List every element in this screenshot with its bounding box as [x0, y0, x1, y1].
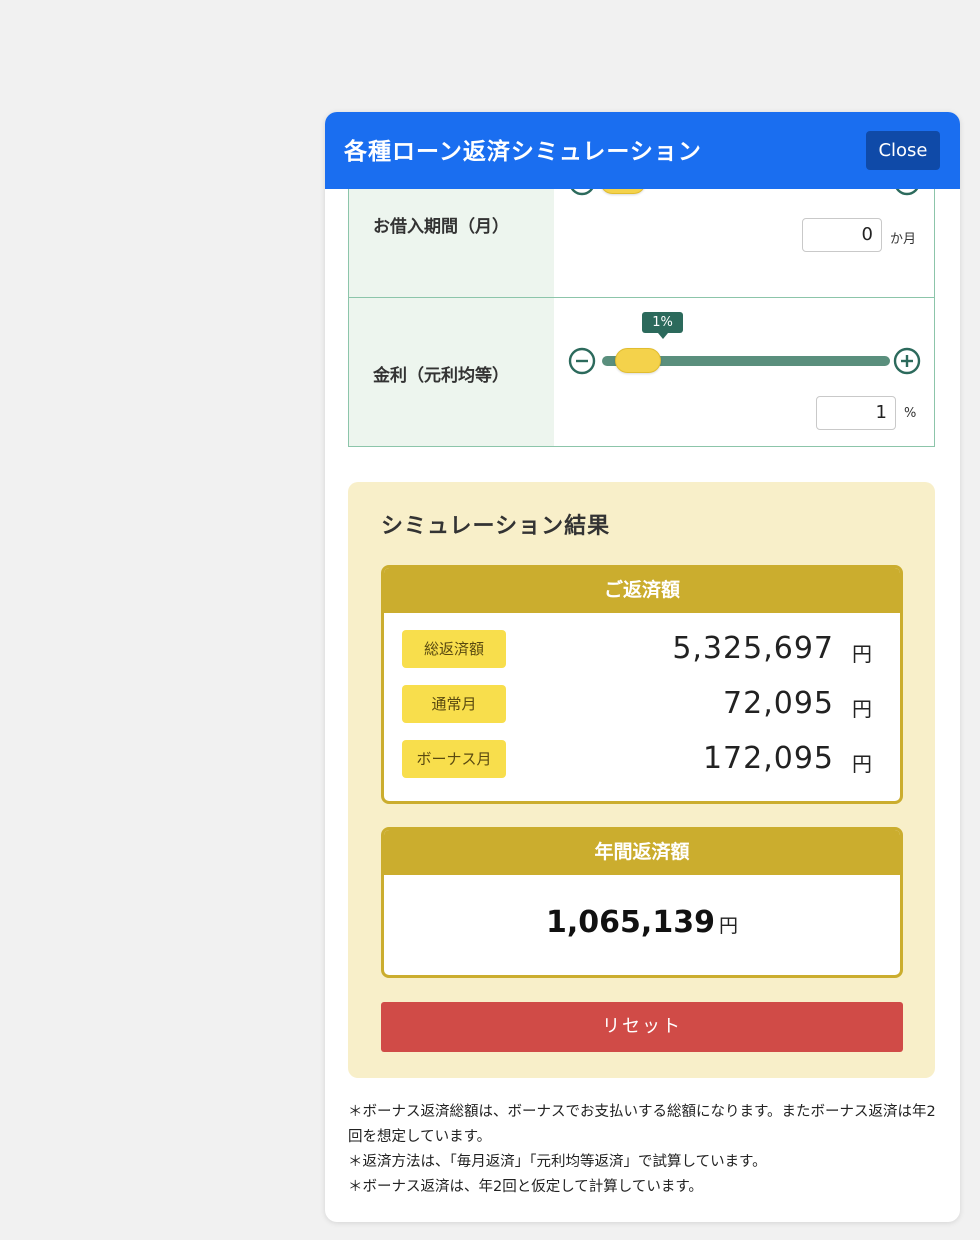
modal-header: 各種ローン返済シミュレーション Close [325, 112, 960, 189]
modal-title: 各種ローン返済シミュレーション [344, 139, 702, 165]
repayment-heading: ご返済額 [384, 568, 900, 613]
rate-input[interactable]: 1 [816, 396, 896, 430]
term-unit: か月 [890, 232, 917, 247]
note-item: ＊返済方法は、「毎月返済」「元利均等返済」で試算しています。 [348, 1154, 767, 1170]
yen-unit: 円 [852, 642, 872, 666]
input-form-table: お借入期間（月） 0 か月 金利（元利均等） 1% 1 % [348, 152, 935, 447]
plus-circle-icon[interactable] [893, 347, 921, 375]
minus-circle-icon[interactable] [568, 347, 596, 375]
note-item: ＊ボーナス返済は、年2回と仮定して計算しています。 [348, 1179, 703, 1195]
yen-unit: 円 [852, 752, 872, 776]
bonus-month-amount: 172,095 [702, 741, 834, 776]
rate-unit: % [904, 406, 917, 421]
result-title: シミュレーション結果 [381, 514, 611, 539]
yen-unit: 円 [852, 697, 872, 721]
rate-row: 金利（元利均等） 1% 1 % [349, 298, 934, 446]
result-panel: シミュレーション結果 ご返済額 総返済額 5,325,697 円 通常月 72,… [348, 482, 935, 1078]
annual-amount-line: 1,065,139 円 [384, 905, 900, 940]
notes: ＊ボーナス返済総額は、ボーナスでお支払いする総額になります。またボーナス返済は年… [348, 1100, 943, 1200]
annual-repayment-card: 年間返済額 1,065,139 円 [381, 827, 903, 978]
total-repayment-badge: 総返済額 [402, 630, 506, 668]
rate-label: 金利（元利均等） [373, 366, 509, 386]
yen-unit: 円 [718, 915, 738, 937]
annual-amount: 1,065,139 [546, 905, 715, 940]
bonus-month-row: ボーナス月 172,095 円 [402, 740, 872, 780]
rate-tooltip: 1% [642, 312, 683, 339]
reset-button[interactable]: リセット [381, 1002, 903, 1052]
rate-slider-thumb[interactable] [615, 348, 661, 373]
close-button[interactable]: Close [866, 131, 940, 170]
repayment-card: ご返済額 総返済額 5,325,697 円 通常月 72,095 円 ボーナス月… [381, 565, 903, 804]
loan-simulation-modal: 各種ローン返済シミュレーション Close お借入期間（月） 0 か月 金利（元… [325, 112, 960, 1222]
term-input[interactable]: 0 [802, 218, 882, 252]
monthly-repayment-row: 通常月 72,095 円 [402, 685, 872, 725]
total-repayment-row: 総返済額 5,325,697 円 [402, 630, 872, 670]
rate-label-cell: 金利（元利均等） [349, 298, 554, 446]
note-item: ＊ボーナス返済総額は、ボーナスでお支払いする総額になります。またボーナス返済は年… [348, 1104, 936, 1145]
monthly-amount: 72,095 [723, 686, 834, 721]
annual-heading: 年間返済額 [384, 830, 900, 875]
term-label: お借入期間（月） [373, 217, 509, 237]
monthly-badge: 通常月 [402, 685, 506, 723]
total-repayment-amount: 5,325,697 [672, 631, 834, 666]
bonus-month-badge: ボーナス月 [402, 740, 506, 778]
